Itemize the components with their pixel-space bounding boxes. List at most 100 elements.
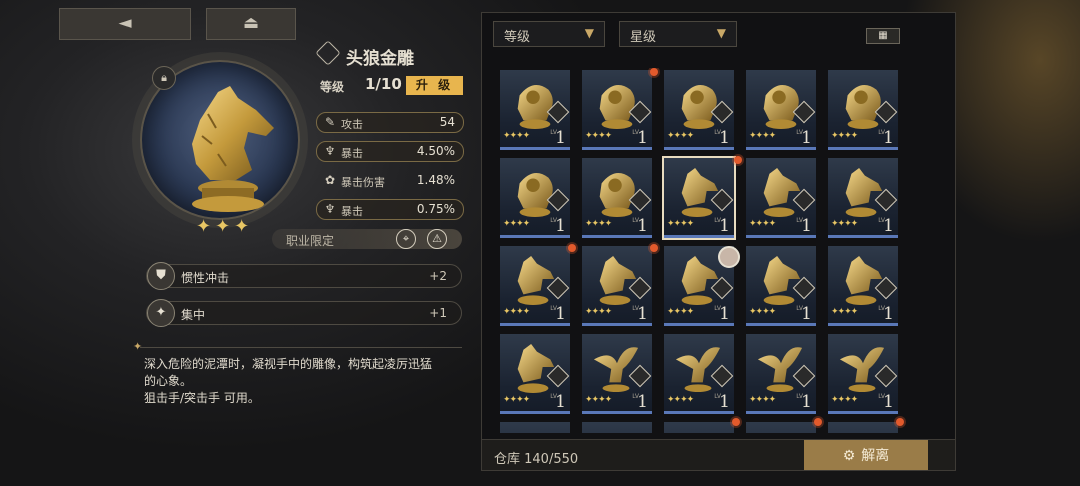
item-slot[interactable]: ✦✦✦✦ LV 1	[828, 334, 898, 414]
back-button[interactable]: ◄	[59, 8, 191, 40]
lock-icon[interactable]: 🔒︎	[152, 66, 176, 90]
slot-level: 1	[801, 304, 812, 324]
item-slot[interactable]: ✦✦✦✦ LV 1	[746, 70, 816, 150]
item-slot[interactable]: ✦✦✦✦ LV 1	[500, 158, 570, 238]
skill-row[interactable]: ✦ 集中 +1	[146, 299, 462, 327]
skill-row[interactable]: ⛊ 惯性冲击 +2	[146, 262, 462, 290]
slot-level: 1	[555, 304, 566, 324]
slot-stars: ✦✦✦✦	[503, 395, 530, 405]
item-slot[interactable]	[500, 422, 570, 433]
eject-icon: ⏏	[242, 13, 260, 33]
back-icon: ◄	[118, 13, 132, 33]
slot-level: 1	[801, 128, 812, 148]
item-slot[interactable]: ✦✦✦✦ LV 1	[746, 246, 816, 326]
slot-stars: ✦✦✦✦	[831, 219, 858, 229]
slot-stars: ✦✦✦✦	[503, 219, 530, 229]
dismantle-icon: ⚙	[842, 448, 856, 464]
item-slot[interactable]: ✦✦✦✦ LV 1	[746, 334, 816, 414]
slot-stars: ✦✦✦✦	[585, 395, 612, 405]
slot-stars: ✦✦✦✦	[667, 307, 694, 317]
statue-thumbnail	[517, 256, 555, 305]
dismantle-button[interactable]: ⚙ 解离	[804, 440, 928, 470]
stat-label: 攻击	[341, 118, 363, 131]
sparkle-icon: ✦	[147, 299, 175, 327]
item-type-icon	[315, 40, 341, 66]
star-filter-dropdown[interactable]: 星级 ▼	[619, 21, 737, 47]
item-slot[interactable]: ✦✦✦✦ LV 1	[582, 70, 652, 150]
trophy-icon: ♆	[324, 144, 336, 158]
slot-level: 1	[883, 304, 894, 324]
upgrade-button[interactable]: 升 级	[406, 76, 463, 95]
item-slot[interactable]: ✦✦✦✦ LV 1	[828, 158, 898, 238]
slot-level: 1	[555, 128, 566, 148]
slot-level: 1	[883, 392, 894, 412]
statue-thumbnail	[599, 172, 635, 217]
item-slot[interactable]	[664, 422, 734, 433]
slot-level: 1	[555, 392, 566, 412]
stat-value: 4.50%	[416, 144, 455, 158]
statue-thumbnail	[757, 347, 803, 392]
skill-value: +1	[429, 306, 447, 320]
item-slot[interactable]	[746, 422, 816, 433]
level-label: 等级	[320, 80, 345, 94]
statue-thumbnail	[763, 84, 799, 129]
statue-thumbnail	[517, 172, 553, 217]
statue-thumbnail	[845, 168, 883, 217]
slot-level: 1	[801, 392, 812, 412]
stat-label: 暴击	[341, 147, 363, 160]
statue-thumbnail	[839, 347, 885, 392]
trophy-icon: ♆	[324, 202, 336, 216]
slot-stars: ✦✦✦✦	[749, 219, 776, 229]
item-slot[interactable]	[582, 422, 652, 433]
level-filter-dropdown[interactable]: 等级 ▼	[493, 21, 605, 47]
eject-button[interactable]: ⏏	[206, 8, 296, 40]
rarity-stars: ✦✦✦	[196, 216, 254, 237]
item-slot[interactable]: ✦✦✦✦ LV 1	[582, 158, 652, 238]
grid-view-toggle[interactable]: ▦	[866, 28, 900, 44]
slot-stars: ✦✦✦✦	[585, 131, 612, 141]
sniper-class-icon[interactable]: ⌖	[396, 229, 416, 249]
stat-value: 0.75%	[416, 202, 455, 216]
slot-stars: ✦✦✦✦	[667, 395, 694, 405]
slot-stars: ✦✦✦✦	[585, 219, 612, 229]
slot-level: 1	[637, 216, 648, 236]
stat-row: ♆ 暴击 0.75%	[316, 199, 464, 220]
item-slot[interactable]: ✦✦✦✦ LV 1	[500, 70, 570, 150]
item-slot[interactable]: ✦✦✦✦ LV 1	[664, 334, 734, 414]
item-slot[interactable]	[828, 422, 898, 433]
item-slot[interactable]: ✦✦✦✦ LV 1	[582, 246, 652, 326]
assault-class-icon[interactable]: ⚠︎	[427, 229, 447, 249]
item-slot[interactable]: ✦✦✦✦ LV 1	[582, 334, 652, 414]
item-slot[interactable]: ✦✦✦✦ LV 1	[500, 334, 570, 414]
skill-name: 惯性冲击	[181, 271, 230, 285]
statue-thumbnail	[675, 347, 721, 392]
slot-stars: ✦✦✦✦	[503, 307, 530, 317]
item-slot[interactable]: ✦✦✦✦ LV 1	[664, 70, 734, 150]
description-line: 狙击手/突击手 可用。	[144, 391, 260, 405]
crit-damage-icon: ✿	[324, 173, 336, 187]
item-slot[interactable]: ✦✦✦✦ LV 1	[828, 246, 898, 326]
new-item-dot	[650, 244, 658, 252]
slot-level: 1	[637, 304, 648, 324]
skill-value: +2	[429, 269, 447, 283]
statue-thumbnail	[845, 256, 883, 305]
slot-level: 1	[801, 216, 812, 236]
item-slot[interactable]: ✦✦✦✦ LV 1	[500, 246, 570, 326]
stat-label: 暴击	[341, 205, 363, 218]
dismantle-label: 解离	[861, 448, 890, 464]
item-grid: ✦✦✦✦ LV 1 ✦✦✦✦ LV 1 ✦✦✦✦ LV 1 ✦✦✦✦ LV 1 ✦✦✦✦ LV 1 ✦✦✦✦ L…	[500, 68, 906, 433]
sword-icon: ✎	[324, 115, 336, 129]
slot-level: 1	[719, 216, 730, 236]
item-slot[interactable]: ✦✦✦✦ LV 1	[828, 70, 898, 150]
statue-thumbnail	[681, 256, 719, 305]
slot-level: 1	[637, 128, 648, 148]
new-item-dot	[814, 418, 822, 426]
statue-thumbnail	[599, 256, 637, 305]
inventory-footer: 仓库 140/550 ⚙ 解离	[482, 439, 955, 470]
slot-stars: ✦✦✦✦	[831, 131, 858, 141]
statue-thumbnail	[763, 256, 801, 305]
item-slot[interactable]: ✦✦✦✦ LV 1	[746, 158, 816, 238]
new-item-dot	[650, 68, 658, 76]
item-slot[interactable]: ✦✦✦✦ LV 1	[662, 156, 736, 240]
statue-thumbnail	[599, 84, 635, 129]
